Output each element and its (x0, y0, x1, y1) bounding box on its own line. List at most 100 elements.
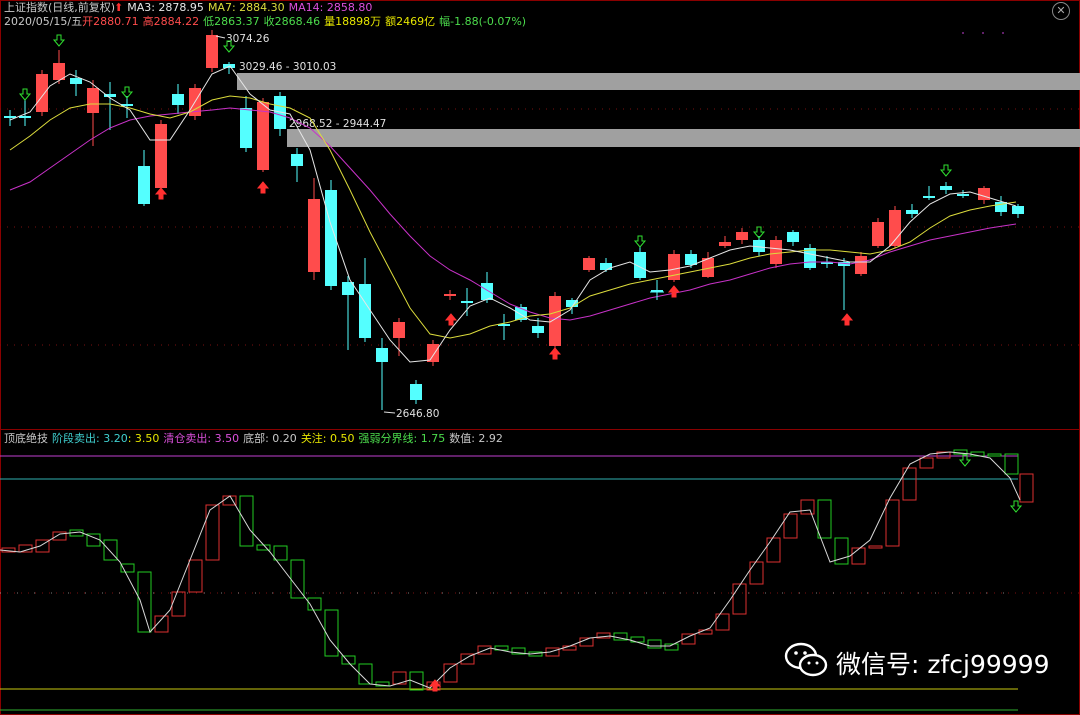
indicator-box (273, 545, 288, 561)
candle-body (787, 232, 799, 242)
indicator-box (885, 499, 900, 547)
change-value: -1.88(-0.07%) (450, 15, 527, 28)
ma3-line (9, 65, 1017, 363)
candle-body (906, 210, 918, 214)
indicator-header: 顶底绝技 阶段卖出: 3.20: 3.50 清仓卖出: 3.50 底部: 0.20 关注… (4, 432, 507, 445)
candle-body (87, 88, 99, 113)
chart-title-bar: 上证指数(日线,前复权) (4, 1, 119, 14)
candle-body (53, 63, 65, 80)
indicator-box (137, 571, 152, 633)
buy-arrow-icon (548, 347, 562, 360)
open-label: 开 (82, 15, 94, 28)
indicator-box (443, 663, 458, 683)
candle-body (736, 232, 748, 240)
high-annotation: 3074.26 (226, 33, 270, 45)
buy-arrow-icon (667, 285, 681, 298)
candle-body (70, 78, 82, 84)
amount-value: 2469亿 (396, 15, 436, 28)
low-annotation-pointer (383, 411, 396, 414)
candle-body (206, 35, 218, 68)
watermark-text: 微信号: zfcj99999 (836, 650, 1050, 679)
indicator-box (1004, 453, 1019, 475)
ma-legend: ⬆ MA3: 2878.95 MA7: 2884.30 MA14: 2858.80 (114, 1, 376, 14)
buy-arrow-icon (444, 313, 458, 326)
candle-body (36, 74, 48, 112)
indicator-sell-arrow-icon (1009, 500, 1023, 513)
indicator-box (324, 609, 339, 657)
candle-body (4, 116, 16, 118)
indicator-box (358, 663, 373, 685)
candle-body (19, 116, 31, 118)
candle-body (855, 256, 867, 274)
candle-body (427, 344, 439, 362)
candle-body (481, 283, 493, 300)
candle-body (359, 284, 371, 338)
candle-body (770, 240, 782, 264)
buy-arrow-icon (154, 187, 168, 200)
quote-date: 2020/05/15/五 (4, 15, 83, 28)
indicator-name: 顶底绝技 (4, 432, 48, 445)
indicator-box (188, 559, 203, 593)
high-value: 2884.22 (153, 15, 200, 28)
candle-body (719, 242, 731, 246)
stage-sell-label: 阶段卖出: 3.20 (52, 432, 128, 445)
candle-body (940, 186, 952, 190)
resistance-zone (287, 129, 1080, 147)
quote-bar: 2020/05/15/五开2880.71 高2884.22 低2863.37 收286… (4, 15, 530, 28)
volume-label: 量 (324, 15, 336, 28)
candle-body (308, 199, 320, 272)
low-value: 2863.37 (214, 15, 260, 28)
indicator-box (290, 559, 305, 599)
ma14-legend: MA14: 2858.80 (288, 1, 373, 14)
candle-body (957, 194, 969, 196)
wechat-logo-icon (784, 642, 828, 677)
buy-arrow-icon (840, 313, 854, 326)
arrow-up-icon: ⬆ (114, 1, 124, 14)
close-label: 收 (263, 15, 275, 28)
high-label: 高 (142, 15, 154, 28)
indicator-box (749, 561, 764, 585)
candle-body (172, 94, 184, 105)
chart-frame (0, 0, 1080, 715)
indicator-box (868, 545, 883, 549)
candle-body (923, 196, 935, 198)
close-value: 2868.46 (274, 15, 321, 28)
candle-body (583, 258, 595, 270)
candle-body (532, 326, 544, 333)
bottom-label: 底部: 0.20 (243, 432, 297, 445)
low-label: 低 (203, 15, 215, 28)
indicator-sell-arrow-icon (958, 454, 972, 467)
candle-body (600, 263, 612, 270)
change-label: 幅 (439, 15, 451, 28)
zone-label: 3029.46 - 3010.03 (239, 61, 336, 73)
indicator-box (205, 504, 220, 561)
value-label: 数值: 2.92 (449, 432, 503, 445)
candle-body (1012, 206, 1024, 214)
indicator-box (987, 453, 1002, 457)
candle-body (291, 154, 303, 166)
indicator-box (800, 499, 815, 515)
low-annotation: 2646.80 (396, 408, 439, 420)
indicator-box (766, 537, 781, 563)
candle-body (444, 294, 456, 296)
volume-value: 18898万 (335, 15, 382, 28)
candle-body (978, 188, 990, 200)
indicator-box (851, 547, 866, 565)
candle-body (804, 248, 816, 268)
stage-sell-label-2: : 3.50 (127, 432, 160, 445)
candle-body (155, 124, 167, 188)
open-value: 2880.71 (93, 15, 139, 28)
stock-chart: 3029.46 - 3010.03 2968.52 - 2944.47 3074.2… (0, 0, 1080, 715)
buy-arrow-icon (256, 181, 270, 194)
candle-body (410, 384, 422, 400)
chart-title: 上证指数(日线,前复权) (4, 1, 116, 14)
candle-body (461, 301, 473, 303)
candle-body (393, 322, 405, 338)
candle-body (240, 108, 252, 148)
amount-label: 额 (385, 15, 397, 28)
indicator-box (647, 639, 662, 649)
divider-label: 强弱分界线: 1.75 (358, 432, 446, 445)
close-icon[interactable]: ✕ (1052, 2, 1070, 20)
ma7-legend: MA7: 2884.30 (207, 1, 285, 14)
sell-arrow-icon (939, 164, 953, 177)
